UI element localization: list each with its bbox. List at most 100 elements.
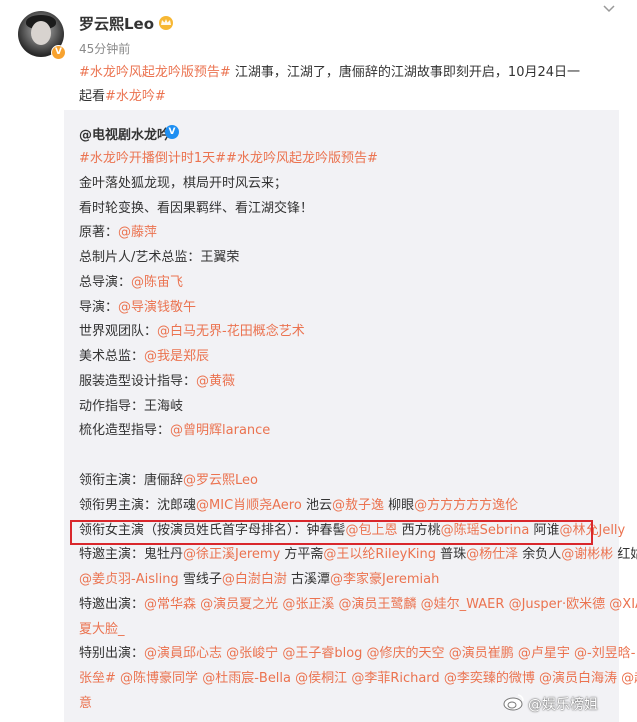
repost-line: 梳化造型指导：@曾明辉larance xyxy=(79,422,270,440)
repost-line: 看时轮变换、看因果羁绊、看江湖交锋！ xyxy=(79,200,313,218)
text-span: 方平斋 xyxy=(280,547,324,562)
mention-link[interactable]: @王以纶RileyKing xyxy=(323,547,436,562)
repost-line: 领衔男主演：沈郎魂@MIC肖顺尧Aero 池云@敖子逸 柳眼@方方方方方逸伦 xyxy=(79,497,518,515)
repost-line: 动作指导：王海岐 xyxy=(79,398,183,416)
mention-link[interactable]: @李家豪Jeremiah xyxy=(330,572,439,587)
repost-line: @姜贞羽-Aisling 雪线子@白澍白澍 古溪潭@李家豪Jeremiah xyxy=(79,571,439,589)
mention-link[interactable]: @李菲Richard xyxy=(351,671,439,686)
watermark: @娱乐榜姐 xyxy=(528,697,598,713)
repost-line: 夏大脸_ xyxy=(79,621,125,639)
repost-line: 总制片人/艺术总监：王翼荣 xyxy=(79,249,239,267)
mention-link[interactable]: @演員邱心志 xyxy=(144,646,222,661)
text-span: 美术总监： xyxy=(79,349,145,364)
text-span: 江湖事，江湖了，唐俪辞的江湖故事即刻开启，10月24日一 xyxy=(230,65,581,80)
mention-link[interactable]: @杨仕泽 xyxy=(466,547,518,562)
text-span: 普珠 xyxy=(435,547,467,562)
mention-link[interactable]: @演员王鹭麟 xyxy=(338,597,416,612)
mention-link[interactable]: @张正溪 xyxy=(282,597,334,612)
post-time[interactable]: 45分钟前 xyxy=(79,40,130,57)
text-span: 导演： xyxy=(79,300,119,315)
username[interactable]: 罗云熙Leo xyxy=(79,13,154,34)
mention-link[interactable]: @王子睿blog xyxy=(282,646,362,661)
weibo-logo-icon xyxy=(503,694,524,711)
mention-link[interactable]: @-刘昱晗- # xyxy=(574,646,637,661)
text-span: 领衔男主演：沈郎魂 xyxy=(79,498,197,513)
text-span: 世界观团队： xyxy=(79,324,158,339)
repost-line: 服装造型设计指导：@黄薇 xyxy=(79,373,235,391)
text-span: 特别出演： xyxy=(79,646,145,661)
mention-link[interactable]: @张峻宁 xyxy=(226,646,278,661)
text-span: 柳眼 xyxy=(383,498,415,513)
mention-link[interactable]: @曾明辉larance xyxy=(170,423,270,438)
mention-link[interactable]: @XIA xyxy=(609,597,637,612)
mention-link[interactable]: @演员崔鹏 xyxy=(449,646,514,661)
mention-link[interactable]: @谢彬彬 xyxy=(561,547,613,562)
highlight-box xyxy=(70,520,593,545)
mention-link[interactable]: @侯桐江 xyxy=(295,671,347,686)
repost-line: 特别出演：@演員邱心志 @张峻宁 @王子睿blog @修庆的天空 @演员崔鹏 @… xyxy=(79,645,637,663)
text-span: 总导演： xyxy=(79,275,132,290)
text-span: 动作指导：王海岐 xyxy=(79,399,184,414)
text-span: 总制片人/艺术总监：王翼荣 xyxy=(79,250,240,265)
mention-link[interactable]: @徐正溪Jeremy xyxy=(183,547,280,562)
mention-link[interactable]: #水龙吟# xyxy=(105,89,166,104)
text-span: 看时轮变换、看因果羁绊、看江湖交锋！ xyxy=(79,201,314,216)
repost-line: 特邀主演：鬼牡丹@徐正溪Jeremy 方平斋@王以纶RileyKing 普珠@杨… xyxy=(79,546,637,564)
mention-link[interactable]: 张垒# xyxy=(79,671,116,686)
text-span: 服装造型设计指导： xyxy=(79,374,197,389)
post-text-line-2: 起看#水龙吟# xyxy=(79,88,166,106)
mention-link[interactable]: @李奕臻的微博 xyxy=(444,671,535,686)
repost-line: 张垒# @陈博豪同学 @杜雨宸-Bella @侯桐江 @李菲Richard @李… xyxy=(79,670,637,688)
mention-link[interactable]: @赵诗 xyxy=(621,671,637,686)
mention-link[interactable]: 意 xyxy=(79,696,92,711)
repost-line: 总导演：@陈宙飞 xyxy=(79,274,183,292)
repost-line: 美术总监：@我是郑辰 xyxy=(79,348,209,366)
mention-link[interactable]: @陈博豪同学 xyxy=(120,671,198,686)
mention-link[interactable]: @演员夏之光 xyxy=(200,597,278,612)
mention-link[interactable]: @杜雨宸-Bella xyxy=(202,671,291,686)
repost-line: 领衔主演：唐俪辞@罗云熙Leo xyxy=(79,472,258,490)
mention-link[interactable]: @姜贞羽-Aisling xyxy=(79,572,179,587)
chevron-down-icon[interactable] xyxy=(603,5,615,13)
mention-link[interactable]: @藤萍 xyxy=(118,225,157,240)
repost-line: 世界观团队：@白马无界-花田概念艺术 xyxy=(79,323,305,341)
crown-icon xyxy=(159,16,173,30)
repost-line: 导演：@导演钱敬午 xyxy=(79,299,196,317)
text-span: 原著： xyxy=(79,225,119,240)
repost-username[interactable]: @电视剧水龙吟 xyxy=(79,124,170,143)
repost-line: 意 xyxy=(79,695,92,713)
blue-verified-icon: V xyxy=(165,125,179,139)
mention-link[interactable]: #水龙吟开播倒计时1天##水龙吟风起龙吟版预告# xyxy=(79,151,378,166)
mention-link[interactable]: @常华森 xyxy=(144,597,196,612)
mention-link[interactable]: @黄薇 xyxy=(196,374,235,389)
mention-link[interactable]: @MIC肖顺尧Aero xyxy=(196,498,302,513)
mention-link[interactable]: @Jusper·欧米德 xyxy=(509,597,606,612)
mention-link[interactable]: @方方方方方逸伦 xyxy=(414,498,518,513)
text-span: 池云 xyxy=(301,498,332,513)
mention-link[interactable]: @导演钱敬午 xyxy=(118,300,196,315)
repost-line: #水龙吟开播倒计时1天##水龙吟风起龙吟版预告# xyxy=(79,150,378,168)
repost-line: 金叶落处狐龙现，棋局开时风云来； xyxy=(79,175,287,193)
repost-line: 原著：@藤萍 xyxy=(79,224,157,242)
text-span: 古溪潭 xyxy=(286,572,330,587)
mention-link[interactable]: @白澍白澍 xyxy=(222,572,287,587)
mention-link[interactable]: @白马无界-花田概念艺术 xyxy=(157,324,305,339)
mention-link[interactable]: @罗云熙Leo xyxy=(183,473,258,488)
text-span: 特邀出演： xyxy=(79,597,145,612)
mention-link[interactable]: @演员白海涛 xyxy=(539,671,617,686)
mention-link[interactable]: @我是郑辰 xyxy=(144,349,209,364)
text-span: 领衔主演：唐俪辞 xyxy=(79,473,184,488)
mention-link[interactable]: @修庆的天空 xyxy=(367,646,445,661)
text-span: 余负人 xyxy=(518,547,562,562)
text-span: 特邀主演：鬼牡丹 xyxy=(79,547,184,562)
mention-link[interactable]: @陈宙飞 xyxy=(131,275,183,290)
text-span: 红姑娘 xyxy=(617,547,637,562)
mention-link[interactable]: #水龙吟风起龙吟版预告# xyxy=(79,65,231,80)
mention-link[interactable]: 夏大脸_ xyxy=(79,622,125,637)
mention-link[interactable]: @娃尔_WAER xyxy=(421,597,505,612)
text-span: 雪线子 xyxy=(178,572,222,587)
mention-link[interactable]: @卢星宇 xyxy=(518,646,570,661)
repost-line: 特邀出演：@常华森 @演员夏之光 @张正溪 @演员王鹭麟 @娃尔_WAER @J… xyxy=(79,596,637,614)
text-span: 起看 xyxy=(79,89,106,104)
mention-link[interactable]: @敖子逸 xyxy=(332,498,384,513)
